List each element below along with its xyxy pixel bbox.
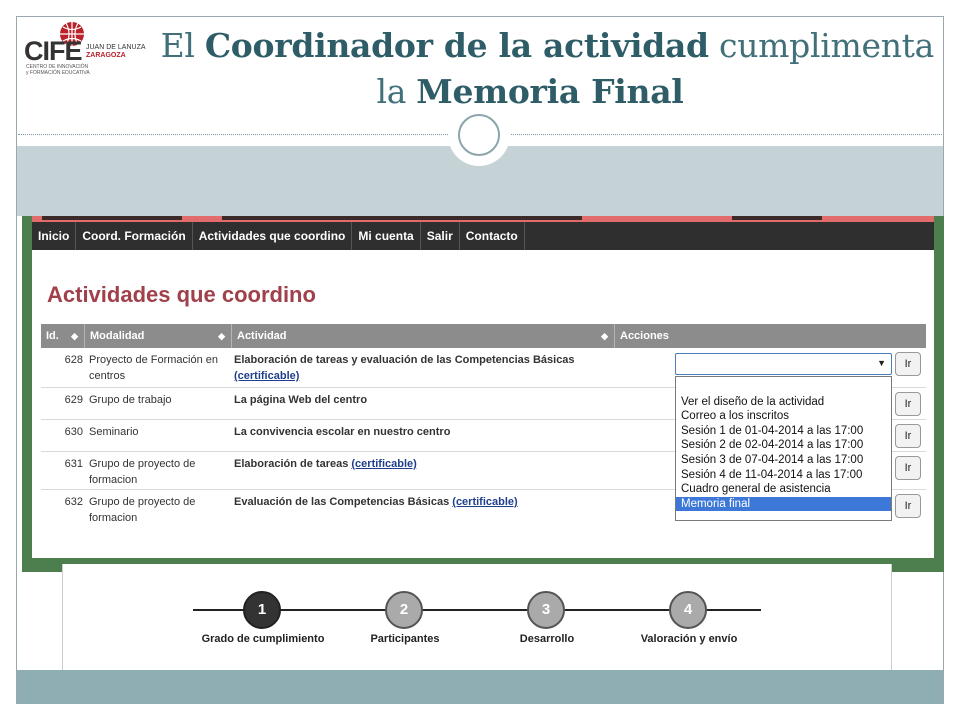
dropdown-option[interactable]: Sesión 4 de 11-04-2014 a las 17:00 bbox=[676, 468, 891, 483]
row-actividad: La convivencia escolar en nuestro centro bbox=[234, 426, 451, 438]
dropdown-option[interactable]: Ver el diseño de la actividad bbox=[676, 395, 891, 410]
ring-ornament-inner bbox=[458, 114, 500, 156]
wizard-step-label: Participantes bbox=[370, 633, 440, 645]
certificable-link[interactable]: (certificable) bbox=[351, 458, 416, 470]
ir-button[interactable]: Ir bbox=[895, 456, 921, 480]
table-header: Id. ◆ Modalidad ◆ Actividad ◆ Acciones bbox=[41, 324, 926, 348]
sort-icon: ◆ bbox=[218, 331, 225, 341]
row-modalidad: Grupo de proyecto de formacion bbox=[89, 496, 196, 524]
dropdown-option[interactable]: Sesión 2 de 02-04-2014 a las 17:00 bbox=[676, 438, 891, 453]
row-modalidad: Seminario bbox=[89, 426, 139, 438]
column-header-modalidad[interactable]: Modalidad ◆ bbox=[85, 324, 232, 348]
footer-band bbox=[17, 670, 943, 704]
row-modalidad: Grupo de proyecto de formacion bbox=[89, 458, 196, 486]
memoria-wizard: 1 2 3 4 Grado de cumplimiento Participan… bbox=[62, 564, 892, 684]
nav-coord-formacion[interactable]: Coord. Formación bbox=[76, 222, 193, 250]
nav-salir[interactable]: Salir bbox=[421, 222, 460, 250]
acciones-dropdown-list: Ver el diseño de la actividad Correo a l… bbox=[675, 376, 892, 521]
row-modalidad: Proyecto de Formación en centros bbox=[89, 354, 219, 382]
row-id: 629 bbox=[64, 394, 83, 406]
dropdown-option[interactable]: Correo a los inscritos bbox=[676, 409, 891, 424]
dropdown-option[interactable]: Cuadro general de asistencia bbox=[676, 482, 891, 497]
wizard-step-label: Desarrollo bbox=[519, 633, 575, 645]
dropdown-option-memoria-final[interactable]: Memoria final bbox=[676, 496, 891, 512]
slide-title-line-1: El Coordinador de la actividad cumplimen… bbox=[160, 26, 935, 65]
column-header-acciones: Acciones bbox=[620, 330, 669, 342]
row-id: 630 bbox=[64, 426, 83, 438]
nav-inicio[interactable]: Inicio bbox=[32, 222, 77, 250]
ir-button[interactable]: Ir bbox=[895, 494, 921, 518]
wizard-step-label: Valoración y envío bbox=[640, 633, 738, 645]
main-navbar: Inicio Coord. Formación Actividades que … bbox=[32, 222, 934, 250]
row-id: 628 bbox=[64, 354, 83, 366]
sort-icon: ◆ bbox=[601, 331, 608, 341]
sort-icon: ◆ bbox=[71, 331, 78, 341]
app-screenshot: Inicio Coord. Formación Actividades que … bbox=[32, 216, 934, 558]
certificable-link[interactable]: (certificable) bbox=[234, 370, 299, 382]
acciones-select[interactable]: ▼ bbox=[675, 353, 892, 375]
row-id: 631 bbox=[64, 458, 83, 470]
row-actividad: Evaluación de las Competencias Básicas (… bbox=[234, 496, 518, 508]
wizard-step-label: Grado de cumplimiento bbox=[201, 633, 325, 645]
nav-contacto[interactable]: Contacto bbox=[460, 222, 525, 250]
row-modalidad: Grupo de trabajo bbox=[89, 394, 172, 406]
wizard-step-2[interactable]: 2 bbox=[385, 591, 423, 629]
wizard-step-3[interactable]: 3 bbox=[527, 591, 565, 629]
nav-mi-cuenta[interactable]: Mi cuenta bbox=[352, 222, 421, 250]
wizard-step-4[interactable]: 4 bbox=[669, 591, 707, 629]
page-title: Actividades que coordino bbox=[47, 282, 316, 307]
row-id: 632 bbox=[64, 496, 83, 508]
certificable-link[interactable]: (certificable) bbox=[452, 496, 517, 508]
column-header-actividad[interactable]: Actividad ◆ bbox=[232, 324, 615, 348]
ir-button[interactable]: Ir bbox=[895, 392, 921, 416]
nav-actividades-que-coordino[interactable]: Actividades que coordino bbox=[193, 222, 353, 250]
dropdown-option[interactable]: Sesión 3 de 07-04-2014 a las 17:00 bbox=[676, 453, 891, 468]
row-actividad: Elaboración de tareas (certificable) bbox=[234, 458, 417, 470]
ir-button[interactable]: Ir bbox=[895, 352, 921, 376]
wizard-step-1[interactable]: 1 bbox=[243, 591, 281, 629]
column-header-id[interactable]: Id. ◆ bbox=[41, 324, 85, 348]
chevron-down-icon: ▼ bbox=[877, 358, 886, 368]
row-actividad: Elaboración de tareas y evaluación de la… bbox=[234, 354, 575, 382]
dropdown-option[interactable]: Sesión 1 de 01-04-2014 a las 17:00 bbox=[676, 424, 891, 439]
ir-button[interactable]: Ir bbox=[895, 424, 921, 448]
dropdown-option-empty[interactable] bbox=[676, 380, 891, 395]
row-actividad: La página Web del centro bbox=[234, 394, 368, 406]
